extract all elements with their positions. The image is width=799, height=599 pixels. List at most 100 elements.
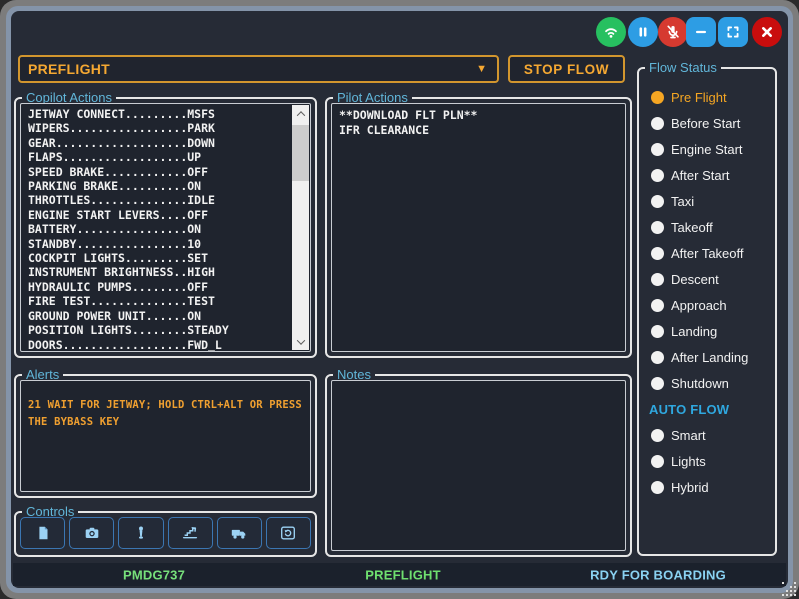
notes-input[interactable] [331, 380, 626, 551]
checklist-item: BATTERY................ON [28, 222, 290, 236]
pilot-actions-box: **DOWNLOAD FLT PLN**IFR CLEARANCE [331, 103, 626, 352]
pilot-action-line: **DOWNLOAD FLT PLN** [339, 108, 621, 123]
flow-status-item[interactable]: AUTO FLOW [649, 396, 771, 422]
flow-status-label: After Start [671, 168, 730, 183]
flow-status-item[interactable]: After Start [649, 162, 771, 188]
flow-status-label: Hybrid [671, 480, 709, 495]
flow-status-item[interactable]: Shutdown [649, 370, 771, 396]
checklist-item: WIPERS.................PARK [28, 121, 290, 135]
checklist-item: PARKING BRAKE..........ON [28, 179, 290, 193]
flow-status-label: Pre Flight [671, 90, 727, 105]
x-icon [756, 21, 778, 43]
flow-status-list: Pre Flight Before Start Engine Start Aft… [649, 84, 771, 500]
checklist-item: INSTRUMENT BRIGHTNESS..HIGH [28, 265, 290, 279]
minimize-button[interactable] [686, 17, 716, 47]
flow-status-item[interactable]: Approach [649, 292, 771, 318]
flow-status-item[interactable]: After Landing [649, 344, 771, 370]
radio-icon [651, 117, 664, 130]
close-button[interactable] [752, 17, 782, 47]
radio-icon [651, 351, 664, 364]
scrollbar-thumb[interactable] [292, 125, 309, 181]
flow-status-item[interactable]: Hybrid [649, 474, 771, 500]
wifi-icon [600, 21, 622, 43]
flow-status-item[interactable]: Pre Flight [649, 84, 771, 110]
checklist-item: GROUND POWER UNIT......ON [28, 309, 290, 323]
flow-status-label: Engine Start [671, 142, 743, 157]
pushback-truck-icon [230, 525, 248, 541]
alerts-box: 21 WAIT FOR JETWAY; HOLD CTRL+ALT OR PRE… [20, 380, 311, 492]
flow-status-item[interactable]: Before Start [649, 110, 771, 136]
reset-button[interactable] [266, 517, 311, 549]
document-icon [34, 525, 52, 541]
radio-icon [651, 169, 664, 182]
camera-button[interactable] [69, 517, 114, 549]
flow-status-label: Takeoff [671, 220, 713, 235]
expand-icon [722, 21, 744, 43]
reset-icon [279, 525, 297, 541]
flow-status-label: Taxi [671, 194, 694, 209]
stop-flow-button[interactable]: STOP FLOW [508, 55, 625, 83]
copilot-actions-list[interactable]: JETWAY CONNECT.........MSFSWIPERS.......… [20, 103, 311, 352]
pause-button[interactable] [628, 17, 658, 47]
pause-icon [632, 21, 654, 43]
flow-status-item[interactable]: Descent [649, 266, 771, 292]
checklist-item: THROTTLES..............IDLE [28, 193, 290, 207]
flow-status-item[interactable]: Smart [649, 422, 771, 448]
radio-icon [651, 481, 664, 494]
chevron-down-icon: ▼ [476, 63, 487, 75]
pilot-action-line: IFR CLEARANCE [339, 123, 621, 138]
flow-status-title: Flow Status [645, 60, 721, 75]
chevron-up-icon [296, 111, 304, 119]
maximize-button[interactable] [718, 17, 748, 47]
microphone-muted-button[interactable] [658, 17, 688, 47]
checklist-item: STANDBY................10 [28, 237, 290, 251]
alert-message: 21 WAIT FOR JETWAY; HOLD CTRL+ALT OR PRE… [28, 397, 307, 431]
marshaller-wand-icon [132, 525, 150, 541]
document-button[interactable] [20, 517, 65, 549]
checklist-item: FLAPS..................UP [28, 150, 290, 164]
radio-icon [651, 195, 664, 208]
boarding-stairs-button[interactable] [168, 517, 213, 549]
checklist-item: COCKPIT LIGHTS.........SET [28, 251, 290, 265]
flow-status-item[interactable]: Lights [649, 448, 771, 474]
checklist-item: HYDRAULIC PUMPS........OFF [28, 280, 290, 294]
phase-label: PREFLIGHT [365, 567, 440, 582]
flow-dropdown-value: PREFLIGHT [28, 61, 110, 77]
flow-status-label: Before Start [671, 116, 740, 131]
flow-status-label: Shutdown [671, 376, 729, 391]
radio-icon [651, 91, 664, 104]
radio-icon [651, 429, 664, 442]
scroll-up-arrow[interactable] [292, 105, 309, 122]
camera-icon [83, 525, 101, 541]
flow-status-item[interactable]: Engine Start [649, 136, 771, 162]
checklist-item: FIRE TEST..............TEST [28, 294, 290, 308]
checklist-item: GEAR...................DOWN [28, 136, 290, 150]
flow-status-item[interactable]: Taxi [649, 188, 771, 214]
radio-icon [651, 273, 664, 286]
radio-icon [651, 143, 664, 156]
controls-buttons [20, 517, 311, 549]
checklist-item: POSITION LIGHTS........STEADY [28, 323, 290, 337]
flow-status-label: Landing [671, 324, 717, 339]
scroll-down-arrow[interactable] [292, 333, 309, 350]
radio-icon [651, 377, 664, 390]
chevron-down-icon [296, 336, 304, 344]
flow-status-label: Approach [671, 298, 727, 313]
radio-icon [651, 221, 664, 234]
flow-status-item[interactable]: Takeoff [649, 214, 771, 240]
resize-grip[interactable] [782, 582, 798, 598]
radio-icon [651, 455, 664, 468]
status-bar: PMDG737 PREFLIGHT RDY FOR BOARDING [13, 563, 786, 586]
flow-status-item[interactable]: After Takeoff [649, 240, 771, 266]
boarding-stairs-icon [181, 525, 199, 541]
flow-status-item[interactable]: Landing [649, 318, 771, 344]
marshaller-wand-button[interactable] [118, 517, 163, 549]
flow-status-label: After Landing [671, 350, 748, 365]
ready-status-label: RDY FOR BOARDING [590, 567, 726, 582]
flow-status-label: AUTO FLOW [649, 402, 729, 417]
connection-status-button[interactable] [596, 17, 626, 47]
flow-dropdown[interactable]: PREFLIGHT ▼ [18, 55, 499, 83]
pushback-truck-button[interactable] [217, 517, 262, 549]
scrollbar[interactable] [292, 105, 309, 350]
flow-status-label: Lights [671, 454, 706, 469]
